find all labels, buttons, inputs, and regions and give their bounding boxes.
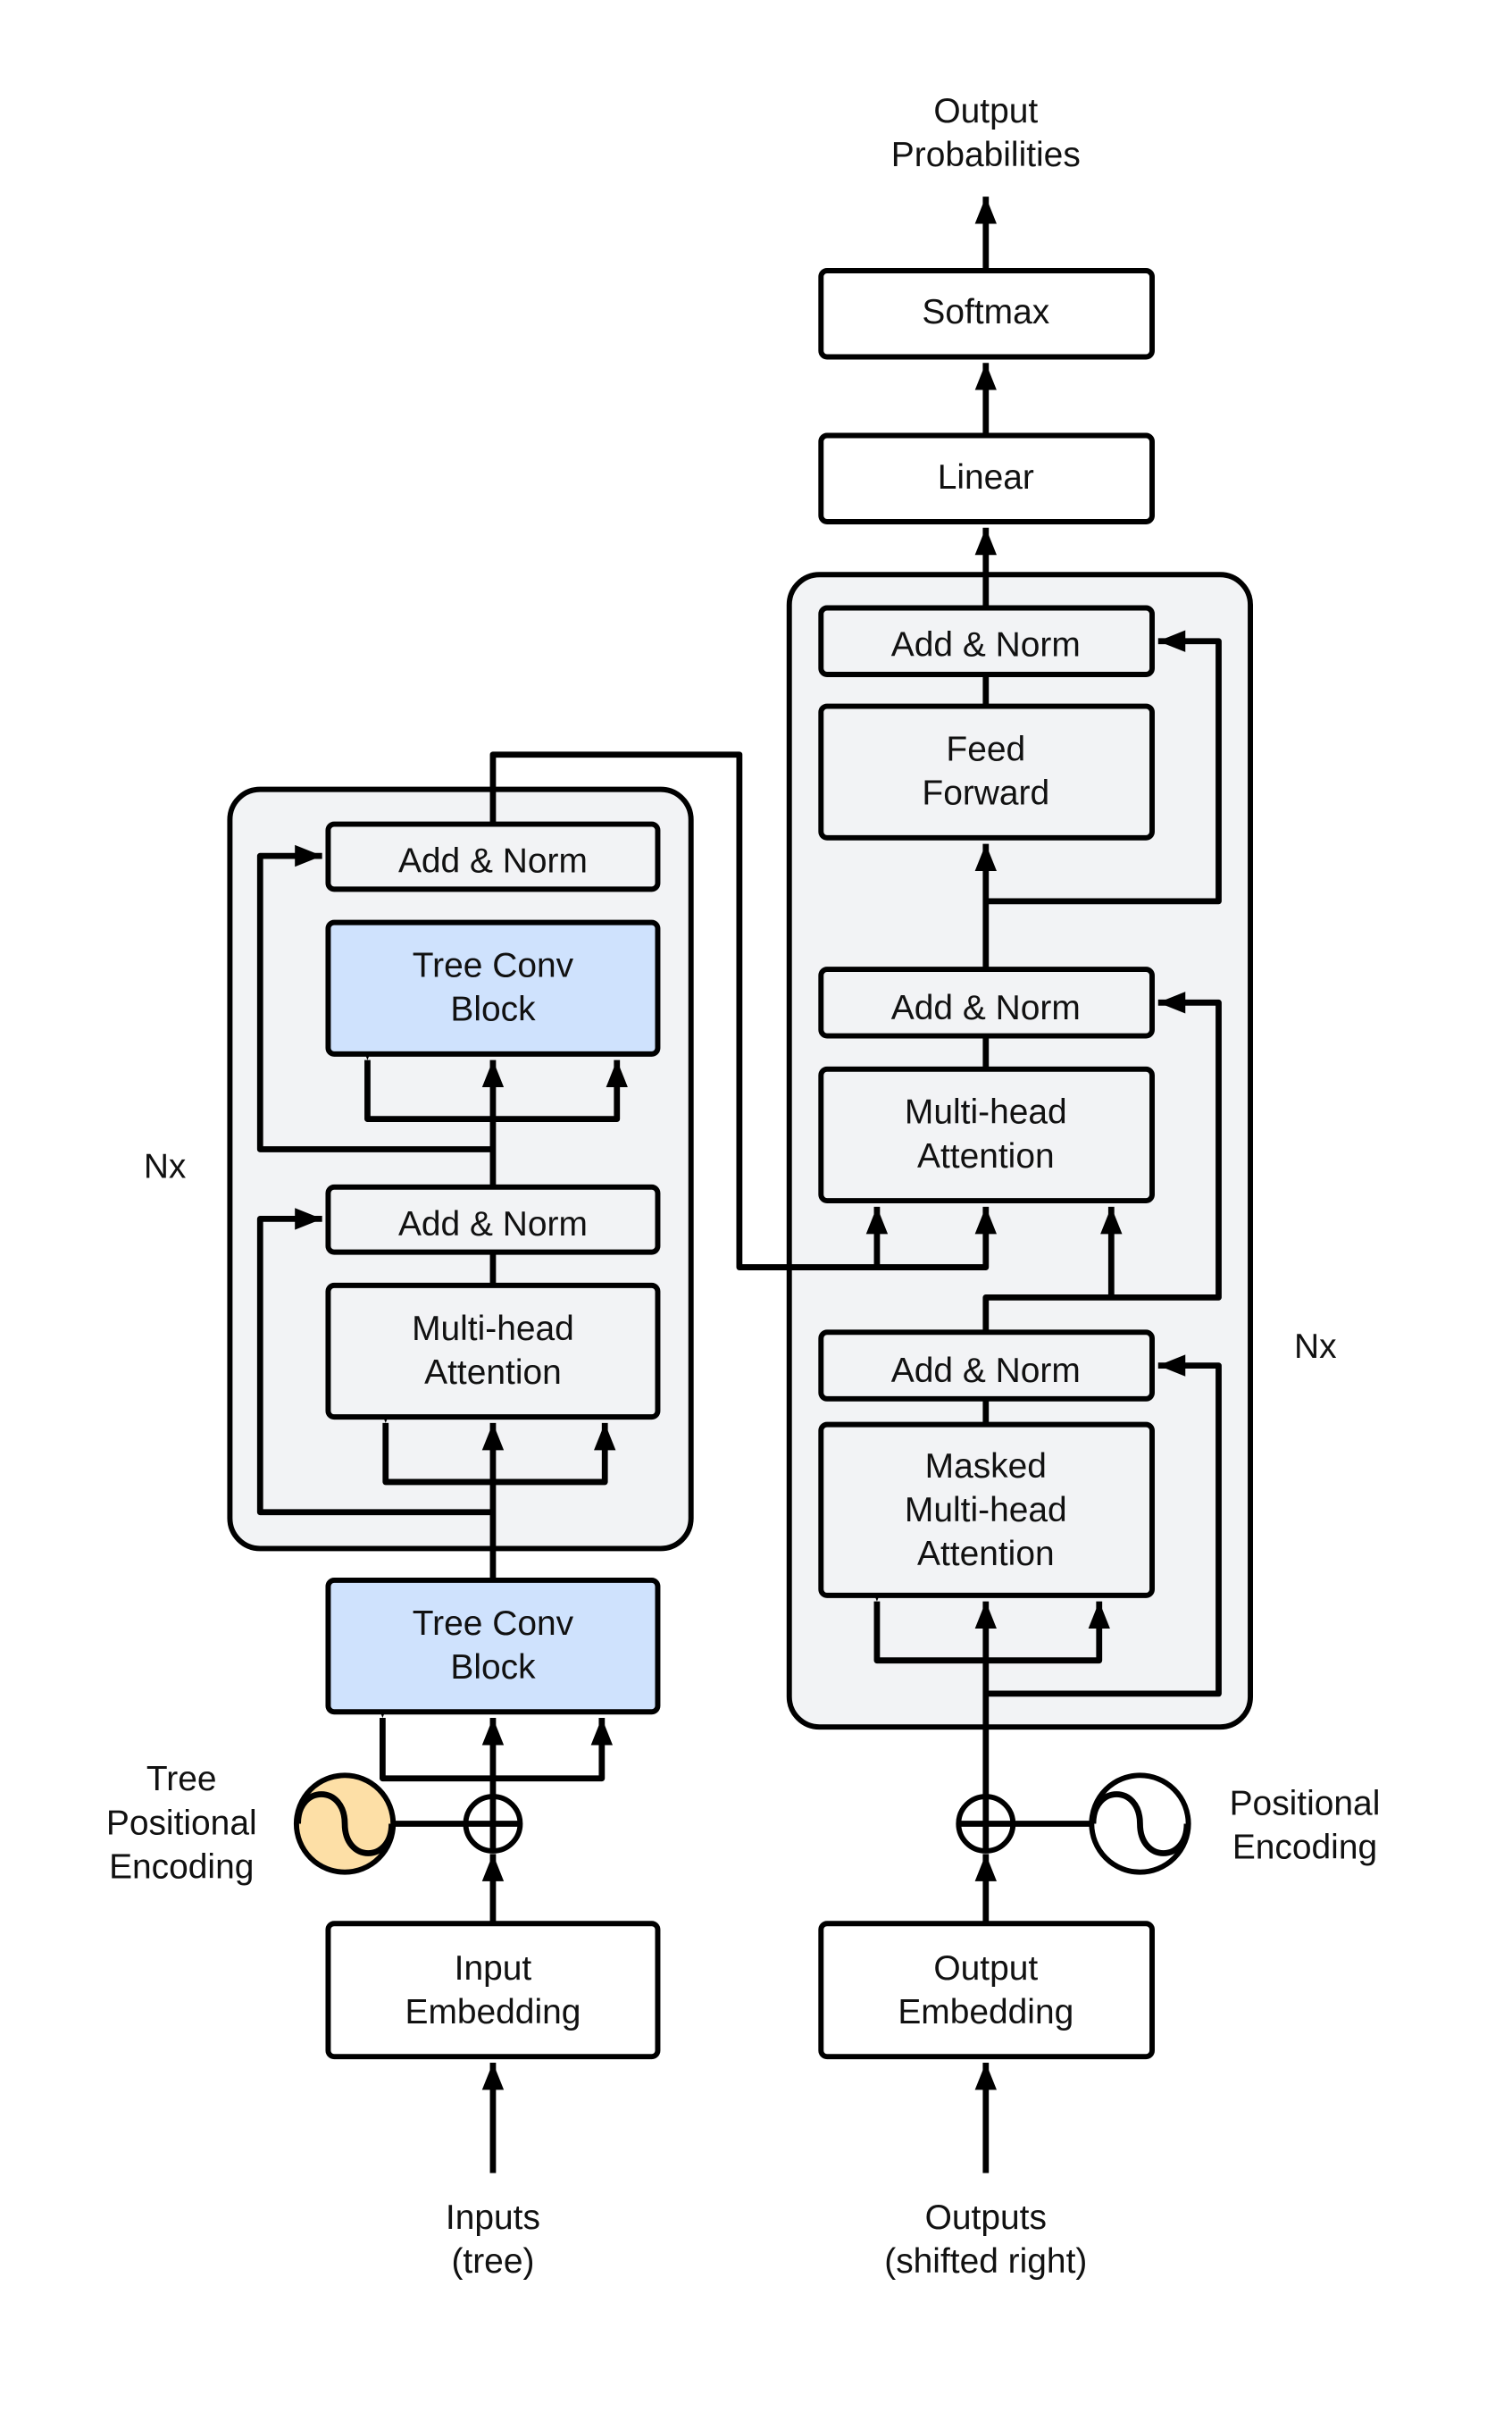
linear-block: Linear [818, 432, 1155, 524]
decoder-add-norm-2: Add & Norm [818, 967, 1155, 1039]
svg-text:Encoding: Encoding [109, 1847, 254, 1886]
encoder-add-norm-bottom: Add & Norm [325, 1184, 661, 1255]
svg-text:Positional: Positional [1230, 1784, 1381, 1822]
svg-text:Probabilities: Probabilities [891, 136, 1081, 174]
tree-positional-encoding-icon [293, 1772, 397, 1875]
svg-text:Add & Norm: Add & Norm [398, 1205, 588, 1244]
svg-text:Embedding: Embedding [405, 1993, 581, 2031]
tree-positional-encoding-label: Tree Positional Encoding [106, 1760, 257, 1886]
svg-text:Embedding: Embedding [898, 1993, 1073, 2031]
svg-text:Add & Norm: Add & Norm [891, 626, 1081, 665]
svg-text:Inputs: Inputs [446, 2198, 540, 2237]
encoder-tree-conv-block: Tree Conv Block [325, 919, 661, 1057]
decoder-multi-head-attention: Multi-head Attention [818, 1066, 1155, 1204]
svg-text:Output: Output [933, 92, 1038, 130]
decoder-add-norm-3: Add & Norm [818, 605, 1155, 677]
positional-encoding-icon [1089, 1772, 1191, 1875]
output-embedding: Output Embedding [818, 1921, 1155, 2060]
svg-text:Add & Norm: Add & Norm [398, 842, 588, 881]
transformer-diagram: Add & Norm Tree Conv Block Add & Norm Mu… [106, 92, 1381, 2281]
svg-text:Output: Output [933, 1949, 1038, 1988]
outputs-label: Outputs (shifted right) [884, 2198, 1087, 2281]
decoder-nx-label: Nx [1294, 1327, 1337, 1366]
output-probabilities-label: Output Probabilities [891, 92, 1081, 174]
input-embedding: Input Embedding [325, 1921, 661, 2060]
svg-text:Feed: Feed [946, 730, 1025, 768]
masked-multi-head-attention: Masked Multi-head Attention [818, 1421, 1155, 1598]
positional-encoding-label: Positional Encoding [1230, 1784, 1381, 1866]
inputs-label: Inputs (tree) [446, 2198, 540, 2281]
svg-text:Outputs: Outputs [925, 2198, 1047, 2237]
encoder-add-icon [463, 1794, 523, 1854]
svg-text:Add & Norm: Add & Norm [891, 989, 1081, 1027]
softmax-block: Softmax [818, 268, 1155, 360]
svg-text:Add & Norm: Add & Norm [891, 1352, 1081, 1390]
svg-text:Multi-head: Multi-head [412, 1310, 574, 1348]
svg-text:Input: Input [455, 1949, 532, 1988]
svg-text:Tree Conv: Tree Conv [413, 1604, 574, 1643]
svg-text:Block: Block [450, 1648, 536, 1687]
svg-text:Attention: Attention [917, 1535, 1055, 1573]
svg-text:Tree Conv: Tree Conv [413, 947, 574, 985]
encoder-layer-group [227, 786, 694, 1552]
svg-text:Attention: Attention [917, 1137, 1055, 1176]
svg-text:Multi-head: Multi-head [905, 1491, 1067, 1529]
svg-text:(shifted right): (shifted right) [884, 2242, 1087, 2281]
decoder-add-norm-1: Add & Norm [818, 1329, 1155, 1402]
feed-forward-block: Feed Forward [818, 703, 1155, 841]
svg-text:Linear: Linear [938, 458, 1034, 497]
svg-text:Multi-head: Multi-head [905, 1093, 1067, 1132]
decoder-add-icon [956, 1794, 1016, 1854]
svg-text:Forward: Forward [922, 775, 1049, 813]
svg-text:Attention: Attention [424, 1353, 562, 1392]
input-tree-conv-block: Tree Conv Block [325, 1578, 661, 1715]
encoder-add-norm-top: Add & Norm [325, 821, 661, 892]
svg-text:Masked: Masked [925, 1447, 1047, 1486]
svg-text:(tree): (tree) [451, 2242, 534, 2281]
svg-text:Block: Block [450, 991, 536, 1029]
svg-text:Softmax: Softmax [922, 293, 1049, 331]
encoder-multi-head-attention: Multi-head Attention [325, 1282, 661, 1420]
svg-text:Positional: Positional [106, 1804, 257, 1842]
svg-text:Tree: Tree [146, 1760, 217, 1798]
svg-text:Encoding: Encoding [1232, 1828, 1377, 1866]
encoder-nx-label: Nx [144, 1148, 187, 1186]
